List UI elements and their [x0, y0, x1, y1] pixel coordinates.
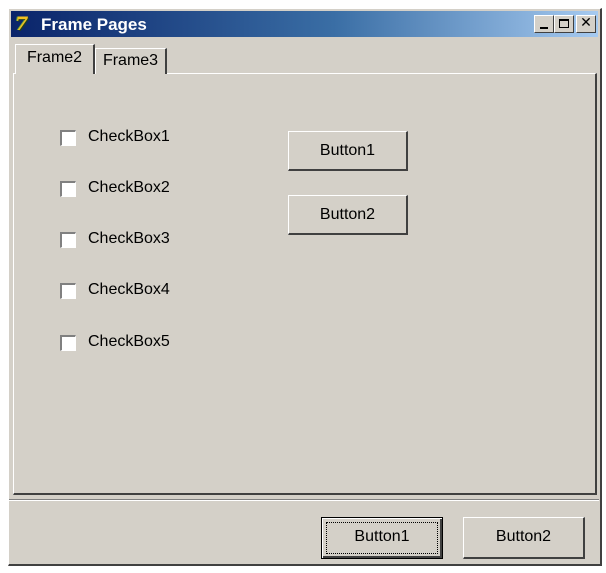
button-label: Button1 — [319, 142, 376, 159]
tab-frame3[interactable]: Frame3 — [95, 48, 167, 74]
footer-button-2[interactable]: Button2 — [463, 517, 585, 559]
minimize-button[interactable] — [534, 15, 554, 33]
main-window: 7 Frame Pages ✕ Frame2 Frame3 CheckBox1 … — [8, 8, 602, 566]
panel-button-2[interactable]: Button2 — [288, 195, 408, 235]
button-label: Button2 — [319, 206, 376, 223]
close-icon: ✕ — [580, 15, 592, 31]
checkbox-label[interactable]: CheckBox1 — [88, 128, 170, 146]
footer-button-1[interactable]: Button1 — [321, 517, 443, 559]
checkbox-label[interactable]: CheckBox4 — [88, 281, 170, 299]
checkbox-box[interactable] — [60, 181, 76, 197]
close-button[interactable]: ✕ — [576, 15, 596, 33]
checkbox-label[interactable]: CheckBox2 — [88, 179, 170, 197]
button-label: Button2 — [495, 528, 552, 545]
checkbox-box[interactable] — [60, 283, 76, 299]
checkbox-box[interactable] — [60, 130, 76, 146]
panel-button-1[interactable]: Button1 — [288, 131, 408, 171]
focus-rectangle — [326, 522, 438, 554]
tab-panel-frame2: CheckBox1 CheckBox2 CheckBox3 CheckBox4 … — [13, 73, 597, 495]
checkbox-box[interactable] — [60, 232, 76, 248]
checkbox-label[interactable]: CheckBox3 — [88, 230, 170, 248]
maximize-button[interactable] — [554, 15, 574, 33]
app-icon[interactable]: 7 — [15, 14, 37, 34]
tab-frame2[interactable]: Frame2 — [15, 44, 95, 74]
checkbox-box[interactable] — [60, 335, 76, 351]
checkbox-label[interactable]: CheckBox5 — [88, 333, 170, 351]
title-bar[interactable]: 7 Frame Pages ✕ — [11, 11, 598, 37]
minimize-icon — [540, 27, 548, 29]
window-title: Frame Pages — [41, 15, 147, 34]
footer-separator — [9, 499, 599, 501]
maximize-icon — [559, 19, 569, 28]
